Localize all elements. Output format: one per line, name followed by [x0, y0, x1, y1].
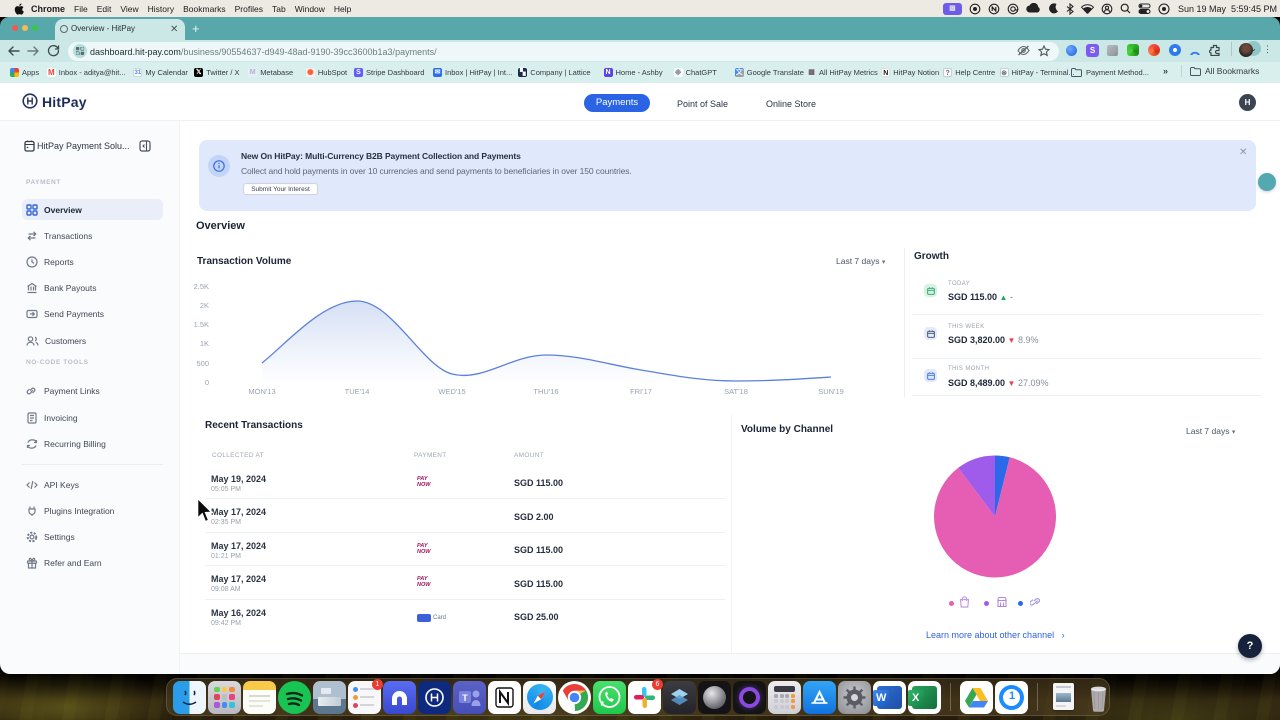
svg-text:T: T — [462, 693, 468, 703]
svg-text:FRI'17: FRI'17 — [630, 387, 652, 396]
svg-text:MON'13: MON'13 — [248, 387, 275, 396]
svg-text:0: 0 — [205, 378, 209, 387]
svg-text:SAT'18: SAT'18 — [724, 387, 748, 396]
svg-text:WED'15: WED'15 — [438, 387, 465, 396]
svg-text:500: 500 — [196, 359, 209, 368]
svg-text:SUN'19: SUN'19 — [818, 387, 844, 396]
svg-text:1K: 1K — [200, 339, 209, 348]
svg-text:1.5K: 1.5K — [194, 320, 209, 329]
svg-text:2K: 2K — [200, 301, 209, 310]
svg-text:2.5K: 2.5K — [194, 282, 209, 291]
svg-text:THU'16: THU'16 — [533, 387, 558, 396]
svg-text:TUE'14: TUE'14 — [345, 387, 370, 396]
